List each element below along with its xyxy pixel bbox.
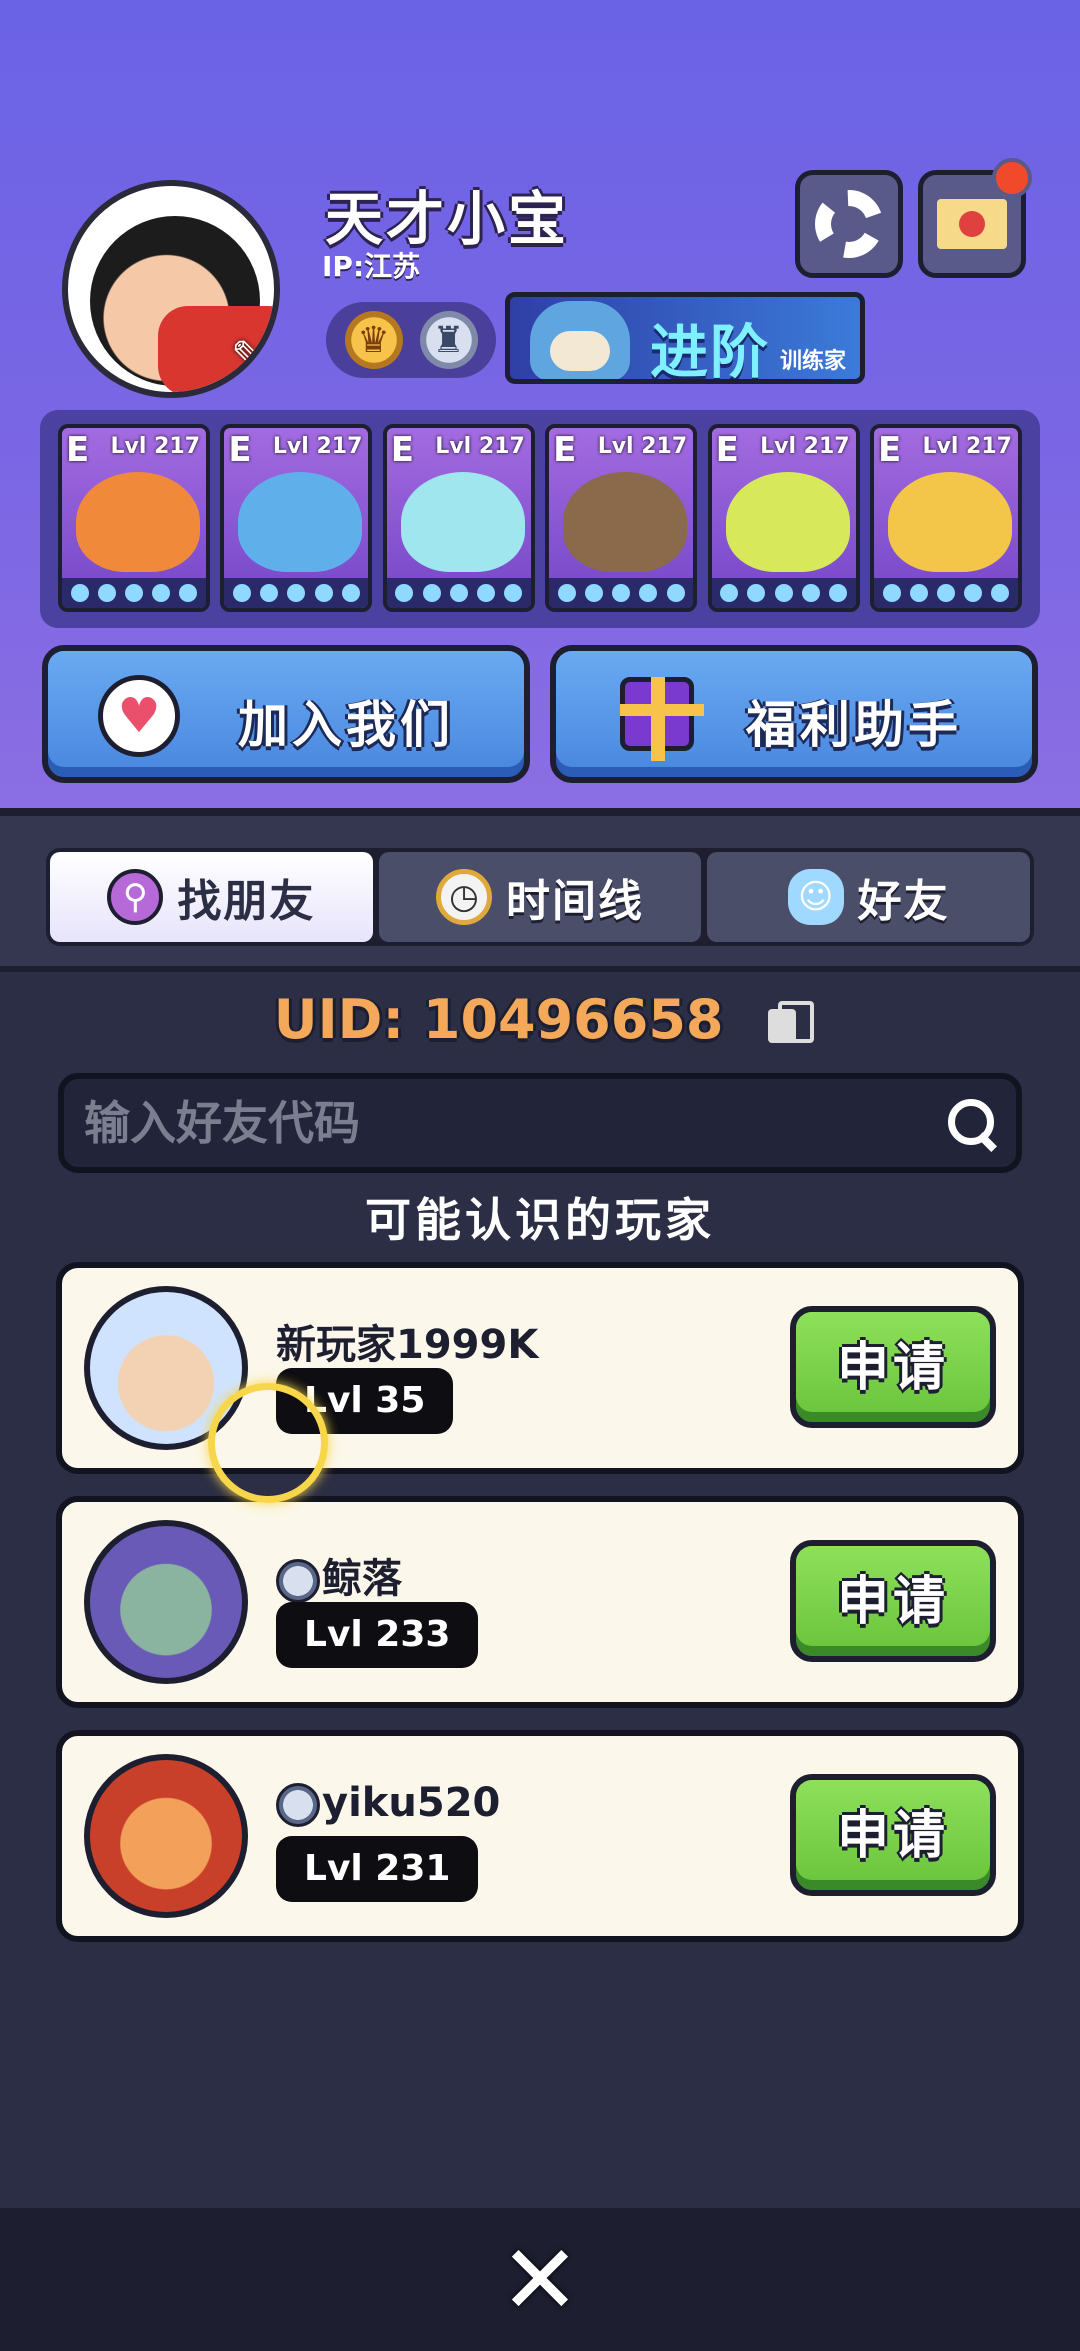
apply-button[interactable]: 申请: [790, 1540, 996, 1662]
pet-card[interactable]: E Lvl 217: [869, 424, 1022, 612]
ip-location: IP:江苏: [322, 250, 421, 283]
join-us-button[interactable]: ♥ 加入我们: [42, 645, 530, 783]
card-stars: [386, 578, 531, 608]
card-stars: [224, 578, 369, 608]
player-level: Lvl 231: [276, 1836, 479, 1902]
tab-find-friends[interactable]: ⚲ 找朋友: [50, 852, 373, 942]
card-rank: E: [390, 430, 415, 470]
card-stars: [62, 578, 206, 608]
card-level: Lvl 217: [760, 434, 850, 459]
pet-image: [238, 472, 363, 572]
edit-icon[interactable]: ✎: [218, 326, 274, 386]
card-stars: [711, 578, 856, 608]
player-avatar[interactable]: [84, 1754, 248, 1918]
pet-image: [76, 472, 200, 572]
pet-image: [563, 472, 688, 572]
card-stars: [873, 578, 1018, 608]
notification-dot: [992, 158, 1032, 198]
username: 天才小宝: [325, 185, 570, 253]
player-row: yiku520 Lvl 231 申请: [56, 1730, 1024, 1942]
player-name-row: 鲸落: [276, 1546, 402, 1604]
tab-label: 时间线: [506, 876, 644, 927]
player-name: 鲸落: [322, 1556, 402, 1602]
player-avatar[interactable]: [84, 1520, 248, 1684]
player-row: 鲸落 Lvl 233 申请: [56, 1496, 1024, 1708]
search-icon: ⚲: [107, 869, 164, 925]
card-rank: E: [715, 430, 739, 470]
pet-image: [400, 472, 525, 572]
profile-header: ✎ 天才小宝 IP:江苏 ♛ ♜ 进阶 训练家 E Lvl 217 E Lvl …: [0, 0, 1080, 812]
copy-icon[interactable]: [768, 1001, 815, 1045]
gift-icon: [620, 677, 704, 761]
tab-label: 好友: [857, 876, 950, 927]
card-rank: E: [228, 430, 252, 470]
tab-timeline[interactable]: ◷ 时间线: [378, 852, 702, 942]
player-name-row: yiku520: [276, 1780, 500, 1827]
tap-indicator: [208, 1383, 328, 1503]
profile-avatar[interactable]: ✎: [62, 180, 280, 398]
settings-button[interactable]: [795, 170, 903, 278]
friend-tabs: ⚲ 找朋友 ◷ 时间线 ☺ 好友: [46, 848, 1034, 946]
silver-badge-icon: ♜: [419, 311, 478, 369]
pet-card[interactable]: E Lvl 217: [545, 424, 698, 612]
apply-button[interactable]: 申请: [790, 1774, 996, 1896]
card-level: Lvl 217: [435, 434, 525, 459]
card-rank: E: [66, 430, 90, 470]
suggested-players-title: 可能认识的玩家: [365, 1193, 715, 1247]
search-icon[interactable]: [946, 1097, 998, 1149]
uid-row: UID: 10496658: [0, 988, 1080, 1051]
trainer-pup-icon: [530, 301, 630, 379]
tab-label: 找朋友: [177, 876, 316, 927]
card-rank: E: [877, 430, 902, 470]
rank-badge-icon: [276, 1559, 320, 1603]
rank-badge-icon: [276, 1783, 320, 1827]
clock-icon: ◷: [436, 869, 492, 925]
join-us-label: 加入我们: [238, 696, 454, 754]
friend-code-search: [58, 1073, 1022, 1173]
advance-trainer-button[interactable]: 进阶 训练家: [505, 292, 865, 384]
pet-image: [887, 472, 1012, 572]
card-level: Lvl 217: [272, 434, 363, 459]
player-name: yiku520: [322, 1780, 501, 1826]
pet-image: [725, 472, 850, 572]
rank-badges[interactable]: ♛ ♜: [326, 302, 496, 378]
apply-label: 申请: [836, 1571, 949, 1632]
card-level: Lvl 217: [110, 434, 200, 459]
tab-friends[interactable]: ☺ 好友: [707, 852, 1031, 942]
card-level: Lvl 217: [922, 434, 1012, 459]
gear-icon: [815, 190, 883, 258]
card-level: Lvl 217: [597, 434, 688, 459]
advance-sub-label: 训练家: [780, 349, 847, 374]
heart-icon: ♥: [98, 675, 180, 757]
welfare-helper-button[interactable]: 福利助手: [550, 645, 1038, 783]
mail-icon: [937, 199, 1007, 249]
pet-card[interactable]: E Lvl 217: [707, 424, 860, 612]
advance-label: 进阶: [650, 318, 771, 384]
close-icon[interactable]: ✕: [500, 2232, 580, 2328]
uid-text: UID: 10496658: [273, 988, 724, 1051]
apply-button[interactable]: 申请: [790, 1306, 996, 1428]
welfare-helper-label: 福利助手: [746, 696, 962, 754]
pet-card-row: E Lvl 217 E Lvl 217 E Lvl 217 E Lvl 217 …: [40, 410, 1040, 628]
card-stars: [549, 578, 694, 608]
apply-label: 申请: [836, 1805, 949, 1866]
player-level: Lvl 233: [276, 1602, 479, 1668]
gold-badge-icon: ♛: [344, 311, 403, 369]
pet-card[interactable]: E Lvl 217: [382, 424, 535, 612]
card-rank: E: [553, 430, 577, 470]
pet-card[interactable]: E Lvl 217: [220, 424, 373, 612]
apply-label: 申请: [836, 1337, 949, 1398]
chat-ghost-icon: ☺: [787, 869, 844, 925]
pet-card[interactable]: E Lvl 217: [58, 424, 210, 612]
player-name: 新玩家1999K: [276, 1322, 539, 1368]
friend-code-input[interactable]: [84, 1093, 944, 1153]
player-row: 新玩家1999K Lvl 35 申请: [56, 1262, 1024, 1474]
